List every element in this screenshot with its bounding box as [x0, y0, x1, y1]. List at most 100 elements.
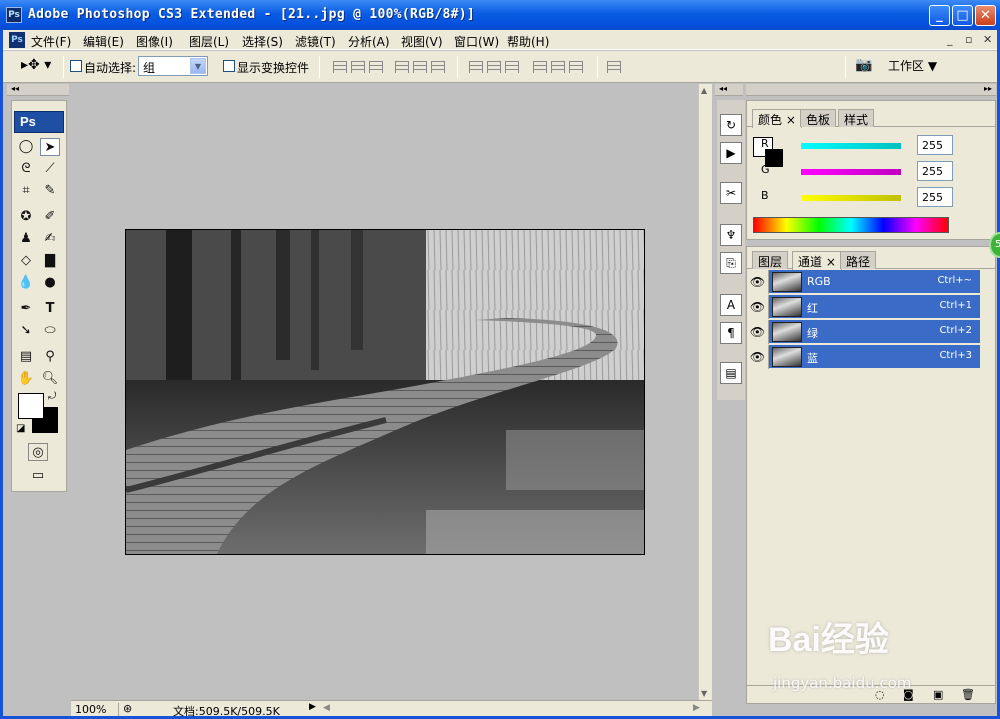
ps-logo[interactable]: Ps — [14, 111, 64, 133]
brushes-panel-icon[interactable]: ♆ — [720, 224, 742, 246]
panels-collapse-strip[interactable]: ▸▸ — [746, 84, 996, 96]
workspace-button[interactable]: 工作区 ▼ — [888, 57, 937, 74]
new-channel-icon[interactable]: ▣ — [933, 688, 943, 701]
align-left-icon[interactable] — [395, 61, 409, 73]
menu-image[interactable]: 图像(I) — [136, 33, 173, 50]
eye-icon[interactable]: 👁︎ — [747, 270, 769, 294]
minimize-button[interactable]: _ — [929, 5, 950, 26]
tab-paths[interactable]: 路径 — [840, 251, 877, 269]
scroll-down-icon[interactable]: ▼ — [701, 689, 707, 698]
crop-tool-icon[interactable]: ⌗ — [16, 182, 36, 200]
zoom-level[interactable]: 100% — [75, 703, 119, 716]
history-panel-icon[interactable]: ↻ — [720, 114, 742, 136]
quick-mask-icon[interactable]: ◎ — [28, 443, 48, 461]
distribute-hcenter-icon[interactable] — [551, 61, 565, 73]
auto-select-checkbox[interactable] — [70, 60, 82, 72]
show-transform-checkbox[interactable] — [223, 60, 235, 72]
maximize-button[interactable]: □ — [952, 5, 973, 26]
tab-color[interactable]: 颜色 × — [752, 109, 802, 128]
channel-row-blue[interactable]: 👁︎ 蓝 Ctrl+3 — [747, 345, 980, 369]
eye-icon[interactable]: 👁︎ — [747, 295, 769, 319]
bridge-icon[interactable]: 📷 — [855, 57, 872, 73]
close-button[interactable]: ✕ — [975, 5, 996, 26]
ellipse-shape-icon[interactable]: ⬭ — [40, 322, 60, 340]
slider-g[interactable]: G 255 — [761, 161, 981, 181]
align-right-icon[interactable] — [431, 61, 445, 73]
hscroll-left-icon[interactable]: ◀ — [323, 703, 330, 713]
distribute-vcenter-icon[interactable] — [487, 61, 501, 73]
tab-layers[interactable]: 图层 — [752, 251, 789, 269]
title-bar[interactable]: Ps Adobe Photoshop CS3 Extended - [21..j… — [0, 0, 1000, 30]
foreground-color-swatch[interactable] — [18, 393, 44, 419]
status-menu-arrow-icon[interactable]: ▶ — [309, 702, 316, 712]
doc-restore-button[interactable]: ▫ — [965, 33, 972, 46]
slider-b[interactable]: B 255 — [761, 187, 981, 207]
tab-swatches[interactable]: 色板 — [800, 109, 837, 127]
default-colors-icon[interactable]: ◪ — [16, 423, 25, 434]
tool-presets-icon[interactable]: ✂ — [720, 182, 742, 204]
r-value[interactable]: 255 — [917, 135, 953, 155]
align-hcenter-icon[interactable] — [413, 61, 427, 73]
paragraph-panel-icon[interactable]: ¶ — [720, 322, 742, 344]
blur-tool-icon[interactable]: 💧 — [16, 274, 36, 292]
hscroll-right-icon[interactable]: ▶ — [693, 703, 700, 713]
gradient-tool-icon[interactable]: ▇ — [40, 252, 60, 270]
healing-brush-icon[interactable]: ✪ — [16, 208, 36, 226]
slider-r[interactable]: R 255 — [761, 135, 981, 155]
menu-window[interactable]: 窗口(W) — [454, 33, 499, 50]
align-top-icon[interactable] — [333, 61, 347, 73]
tab-styles[interactable]: 样式 — [838, 109, 875, 127]
type-tool-icon[interactable]: T — [40, 300, 60, 318]
path-select-icon[interactable]: ➘ — [16, 322, 36, 340]
chevron-down-icon[interactable]: ▼ — [190, 58, 206, 74]
menu-filter[interactable]: 滤镜(T) — [295, 33, 336, 50]
distribute-top-icon[interactable] — [469, 61, 483, 73]
tab-channels[interactable]: 通道 × — [792, 251, 842, 270]
auto-align-icon[interactable] — [607, 61, 621, 73]
align-bottom-icon[interactable] — [369, 61, 383, 73]
menu-layer[interactable]: 图层(L) — [189, 33, 229, 50]
channel-row-red[interactable]: 👁︎ 红 Ctrl+1 — [747, 295, 980, 319]
lasso-tool-icon[interactable]: ᘓ — [16, 160, 36, 178]
r-slider-track[interactable] — [801, 143, 901, 149]
actions-panel-icon[interactable]: ▶ — [720, 142, 742, 164]
eye-icon[interactable]: 👁︎ — [747, 345, 769, 369]
screen-mode-icon[interactable]: ▭ — [28, 467, 48, 485]
history-brush-icon[interactable]: ✍ — [40, 230, 60, 248]
dock-collapse-strip[interactable]: ◂◂ — [715, 84, 743, 96]
menu-view[interactable]: 视图(V) — [401, 33, 443, 50]
b-value[interactable]: 255 — [917, 187, 953, 207]
distribute-bottom-icon[interactable] — [505, 61, 519, 73]
clone-source-icon[interactable]: ⎘ — [720, 252, 742, 274]
swap-colors-icon[interactable]: ⤾ — [48, 391, 56, 402]
vertical-scrollbar[interactable]: ▲ ▼ — [698, 84, 712, 700]
zoom-tool-icon[interactable]: 🔍︎ — [40, 370, 60, 388]
b-slider-track[interactable] — [801, 195, 901, 201]
document-image[interactable] — [125, 229, 645, 555]
auto-select-dropdown[interactable]: 组 ▼ — [138, 56, 208, 76]
status-info-icon[interactable]: ⊛ — [123, 702, 132, 715]
menu-help[interactable]: 帮助(H) — [507, 33, 549, 50]
channel-row-rgb[interactable]: 👁︎ RGB Ctrl+~ — [747, 270, 980, 294]
marquee-tool-icon[interactable]: ◯ — [16, 138, 36, 156]
clone-stamp-icon[interactable]: ♟ — [16, 230, 36, 248]
menu-select[interactable]: 选择(S) — [242, 33, 283, 50]
doc-close-button[interactable]: ✕ — [983, 33, 992, 46]
layer-comps-icon[interactable]: ▤ — [720, 362, 742, 384]
eye-icon[interactable]: 👁︎ — [747, 320, 769, 344]
g-slider-track[interactable] — [801, 169, 901, 175]
toolbox-collapse-strip[interactable]: ◂◂ — [7, 84, 69, 96]
g-value[interactable]: 255 — [917, 161, 953, 181]
color-spectrum-ramp[interactable] — [753, 217, 949, 233]
doc-minimize-button[interactable]: _ — [947, 33, 953, 46]
pen-tool-icon[interactable]: ✒ — [16, 300, 36, 318]
menu-analysis[interactable]: 分析(A) — [348, 33, 390, 50]
move-tool-icon[interactable]: ➤ — [40, 138, 60, 156]
channel-row-green[interactable]: 👁︎ 绿 Ctrl+2 — [747, 320, 980, 344]
notes-tool-icon[interactable]: ▤ — [16, 348, 36, 366]
delete-channel-icon[interactable]: 🗑︎ — [961, 688, 975, 701]
character-panel-icon[interactable]: A — [720, 294, 742, 316]
eyedropper-icon[interactable]: ⚲ — [40, 348, 60, 366]
brush-tool-icon[interactable]: ✐ — [40, 208, 60, 226]
menu-edit[interactable]: 编辑(E) — [83, 33, 124, 50]
